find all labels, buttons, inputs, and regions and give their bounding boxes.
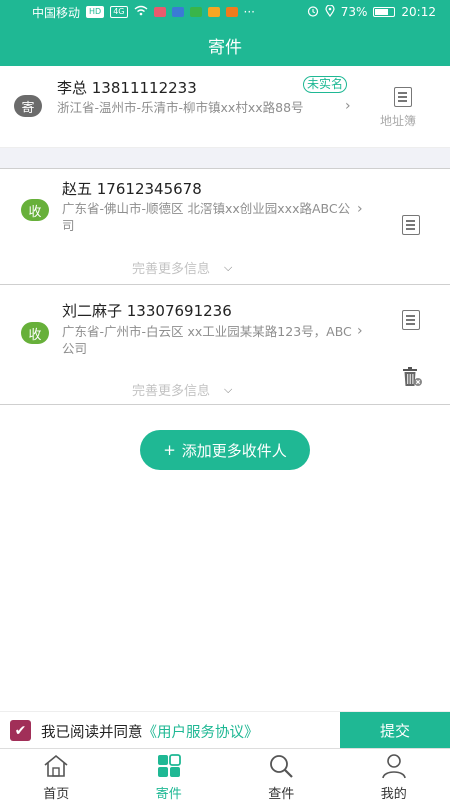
person-icon	[380, 753, 408, 783]
unverified-tag[interactable]: 未实名	[303, 76, 348, 93]
sender-card[interactable]: 寄 李总 13811112233 未实名 浙江省-温州市-乐清市-柳市镇xx村x…	[0, 66, 450, 148]
network-icon: 4G	[110, 6, 128, 18]
check-icon: ✔	[14, 722, 27, 739]
battery-icon	[373, 7, 396, 17]
receiver-card[interactable]: 收 刘二麻子 13307691236 广东省-广州市-白云区 xx工业园某某路1…	[0, 284, 450, 405]
page-title: 寄件	[208, 37, 242, 58]
add-receiver-label: 添加更多收件人	[181, 441, 287, 460]
tab-send-label: 寄件	[155, 787, 182, 800]
section-divider	[0, 148, 450, 168]
address-book-icon[interactable]	[402, 215, 420, 235]
receiver-address: 广东省-佛山市-顺德区 北滘镇xx创业园xxx路ABC公司	[62, 201, 351, 233]
agree-checkbox[interactable]: ✔	[10, 720, 31, 741]
chevron-right-icon: ›	[345, 98, 351, 114]
chevron-right-icon: ›	[357, 201, 363, 217]
chevron-down-icon: ⌵	[224, 382, 233, 396]
app-notification-icon	[189, 7, 202, 17]
more-info-label: 完善更多信息	[132, 262, 211, 277]
more-info-label: 完善更多信息	[132, 384, 211, 399]
status-right: 73% 20:12	[307, 3, 436, 20]
tab-query[interactable]: 查件	[225, 749, 338, 800]
tab-mine[interactable]: 我的	[338, 749, 450, 800]
app-notification-icon	[153, 7, 166, 17]
tab-query-label: 查件	[268, 787, 295, 800]
receiver-card[interactable]: 收 赵五 17612345678 广东省-佛山市-顺德区 北滘镇xx创业园xxx…	[0, 168, 450, 284]
address-book-label[interactable]: 地址簿	[380, 112, 416, 129]
status-left: 中国移动 HD 4G ···	[32, 4, 255, 21]
receiver-address: 广东省-广州市-白云区 xx工业园某某路123号，ABC公司	[62, 324, 352, 356]
tab-home-label: 首页	[43, 787, 70, 800]
chevron-right-icon: ›	[357, 323, 363, 339]
app-notification-icon	[207, 7, 220, 17]
tab-mine-label: 我的	[380, 787, 407, 800]
plus-icon: +	[163, 441, 176, 459]
app-notification-icon	[225, 7, 238, 17]
bottom-tab-bar: 首页 寄件 查件 我的	[0, 748, 450, 800]
alarm-icon	[307, 5, 319, 20]
service-agreement-link[interactable]: 《用户服务协议》	[143, 725, 259, 741]
receiver-badge: 收	[21, 199, 49, 221]
battery-percent: 73%	[340, 5, 368, 19]
hd-icon: HD	[86, 6, 105, 18]
sender-address: 浙江省-温州市-乐清市-柳市镇xx村xx路88号	[57, 100, 304, 115]
search-icon	[267, 753, 295, 783]
more-notifications-icon: ···	[243, 5, 255, 19]
address-book-icon[interactable]	[394, 87, 412, 107]
wifi-icon	[134, 5, 148, 19]
app-notification-icon	[171, 7, 184, 17]
address-book-icon[interactable]	[402, 310, 420, 330]
top-bar: 中国移动 HD 4G ··· 73% 20:12 寄件	[0, 0, 450, 66]
tab-home[interactable]: 首页	[0, 749, 113, 800]
battery-level	[375, 9, 389, 15]
grid-icon	[155, 753, 183, 783]
more-info-toggle[interactable]: 完善更多信息 ⌵	[132, 258, 233, 278]
more-info-toggle[interactable]: 完善更多信息 ⌵	[132, 380, 233, 400]
agreement-bar: ✔ 我已阅读并同意《用户服务协议》 提交	[0, 711, 450, 749]
receiver-badge: 收	[21, 322, 49, 344]
carrier-label: 中国移动	[32, 5, 81, 20]
location-icon	[325, 3, 335, 20]
chevron-down-icon: ⌵	[224, 260, 233, 274]
trash-icon[interactable]	[400, 365, 422, 387]
add-receiver-button[interactable]: + 添加更多收件人	[140, 430, 310, 470]
submit-button[interactable]: 提交	[340, 712, 450, 749]
clock: 20:12	[401, 5, 436, 19]
agreement-prefix: 我已阅读并同意	[41, 725, 143, 741]
home-icon	[42, 753, 70, 783]
status-bar: 中国移动 HD 4G ··· 73% 20:12	[0, 0, 450, 24]
agreement-text: 我已阅读并同意《用户服务协议》	[41, 721, 259, 742]
sender-name-phone: 李总 13811112233	[57, 79, 197, 97]
receiver-name-phone: 刘二麻子 13307691236	[62, 302, 232, 320]
tab-send[interactable]: 寄件	[113, 749, 226, 800]
sender-badge: 寄	[14, 95, 42, 117]
receiver-name-phone: 赵五 17612345678	[62, 180, 202, 198]
